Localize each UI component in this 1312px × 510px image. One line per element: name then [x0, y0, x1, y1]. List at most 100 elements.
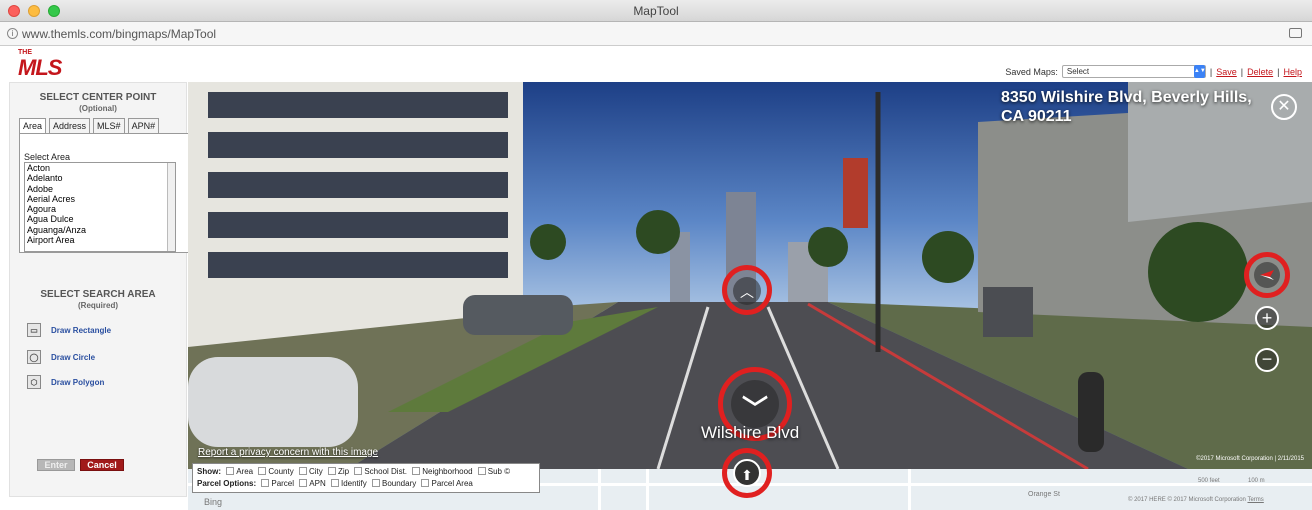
logo-mls: MLS [18, 55, 62, 80]
identify-checkbox[interactable] [330, 479, 339, 487]
select-area-label: Select Area [24, 152, 71, 162]
save-link[interactable]: Save [1216, 67, 1237, 77]
boundary-checkbox[interactable] [372, 479, 380, 487]
city-option: City [308, 467, 323, 476]
saved-maps-value: Select [1066, 67, 1090, 76]
county-checkbox[interactable] [258, 467, 267, 475]
terms-link[interactable]: Terms [1247, 497, 1263, 503]
apn-checkbox[interactable] [299, 479, 308, 487]
scale-meters: 100 m [1248, 478, 1265, 484]
sub-option: Sub © [487, 467, 511, 476]
map-copyright-text: © 2017 HERE © 2017 Microsoft Corporation [1128, 497, 1246, 503]
parcel-row: Parcel Options: Parcel APN Identify Boun… [197, 478, 535, 490]
list-item[interactable]: Aguanga/Anza [27, 225, 175, 235]
sub-checkbox[interactable] [477, 467, 486, 475]
cancel-button[interactable]: Cancel [80, 459, 124, 471]
draw-rectangle-button[interactable]: ▭ Draw Rectangle [27, 323, 111, 337]
page-header: THE MLS Saved Maps: Select ▲▼ | Save | D… [0, 47, 1312, 81]
list-item[interactable]: Agua Dulce [27, 214, 175, 224]
search-sidebar: SELECT CENTER POINT (Optional) Area Addr… [9, 82, 191, 497]
streetside-copyright: ©2017 Microsoft Corporation | 2/11/2015 [1196, 456, 1304, 462]
layer-options-panel: Show: Area County City Zip School Dist. … [192, 463, 540, 493]
center-point-subtitle: (Optional) [79, 104, 117, 113]
street-address: 8350 Wilshire Blvd, Beverly Hills, CA 90… [1001, 89, 1252, 125]
map-road [598, 469, 601, 510]
chevron-down-icon[interactable]: ﹀ [731, 380, 779, 428]
reader-icon[interactable] [1289, 28, 1302, 38]
parcel-checkbox[interactable] [261, 479, 270, 487]
polygon-icon: ⬡ [27, 375, 41, 389]
window-title-bar: MapTool [0, 0, 1312, 22]
list-item[interactable]: Agoura [27, 204, 175, 214]
area-checkbox[interactable] [226, 467, 235, 475]
delete-link[interactable]: Delete [1247, 67, 1273, 77]
saved-maps-select[interactable]: Select ▲▼ [1061, 65, 1206, 78]
list-item[interactable]: Adelanto [27, 173, 175, 183]
tab-mls[interactable]: MLS# [93, 118, 125, 133]
address-bar[interactable]: i www.themls.com/bingmaps/MapTool [0, 22, 1312, 46]
list-item[interactable]: Airport Area [27, 235, 175, 245]
tab-address[interactable]: Address [49, 118, 91, 133]
search-area-subtitle: (Required) [78, 301, 118, 310]
draw-circle-button[interactable]: ◯ Draw Circle [27, 350, 95, 364]
identify-option: Identify [340, 479, 367, 488]
help-link[interactable]: Help [1283, 67, 1302, 77]
rectangle-icon: ▭ [27, 323, 41, 337]
area-option: Area [236, 467, 254, 476]
window-title: MapTool [633, 4, 679, 18]
center-point-title: SELECT CENTER POINT [39, 92, 157, 103]
area-panel: Select Area Acton Adelanto Adobe Aerial … [19, 133, 191, 253]
show-row: Show: Area County City Zip School Dist. … [197, 466, 535, 478]
city-checkbox[interactable] [298, 467, 307, 475]
draw-circle-label: Draw Circle [51, 352, 96, 362]
county-option: County [268, 467, 294, 476]
saved-maps-label: Saved Maps: [1005, 66, 1058, 77]
chevron-up-icon[interactable]: ︿ [733, 277, 761, 305]
saved-maps-bar: Saved Maps: Select ▲▼ | Save | Delete | … [1005, 65, 1302, 78]
street-name-label: Wilshire Blvd [701, 423, 800, 442]
scale-feet: 500 feet [1198, 478, 1220, 484]
area-listbox[interactable]: Acton Adelanto Adobe Aerial Acres Agoura… [24, 162, 176, 252]
draw-rectangle-label: Draw Rectangle [51, 325, 112, 335]
zoom-in-button[interactable]: + [1255, 306, 1279, 330]
separator: | [1209, 66, 1213, 77]
tab-apn[interactable]: APN# [127, 118, 160, 133]
close-icon[interactable]: ✕ [1271, 94, 1297, 120]
school-checkbox[interactable] [354, 467, 363, 475]
privacy-report-link[interactable]: Report a privacy concern with this image [198, 447, 378, 458]
parcel-area-checkbox[interactable] [421, 479, 430, 487]
url-text[interactable]: www.themls.com/bingmaps/MapTool [22, 27, 216, 41]
parcel-area-option: Parcel Area [431, 479, 473, 488]
circle-icon: ◯ [27, 350, 41, 364]
streetside-view[interactable]: 8350 Wilshire Blvd, Beverly Hills, CA 90… [188, 82, 1312, 469]
list-item[interactable]: Adobe [27, 184, 175, 194]
map-copyright: © 2017 HERE © 2017 Microsoft Corporation… [1128, 497, 1264, 503]
compass-needle-icon [1260, 270, 1274, 280]
separator: | [1240, 66, 1244, 77]
boundary-option: Boundary [382, 479, 417, 488]
draw-polygon-button[interactable]: ⬡ Draw Polygon [27, 375, 104, 389]
mls-logo[interactable]: THE MLS [18, 49, 62, 80]
show-label: Show: [197, 467, 221, 476]
parcel-option: Parcel [271, 479, 295, 488]
enter-button[interactable]: Enter [37, 459, 75, 471]
apn-option: APN [309, 479, 326, 488]
zoom-out-button[interactable]: − [1255, 348, 1279, 372]
zip-checkbox[interactable] [327, 467, 336, 475]
neighborhood-option: Neighborhood [422, 467, 473, 476]
map-road [908, 469, 911, 510]
move-forward-icon[interactable]: ⬆ [733, 459, 761, 487]
search-area-title: SELECT SEARCH AREA [40, 289, 156, 300]
tab-area[interactable]: Area [19, 118, 47, 133]
school-option: School Dist. [364, 467, 408, 476]
chevron-down-icon: ▲▼ [1193, 65, 1206, 78]
list-scrollbar[interactable] [167, 163, 175, 251]
compass-icon[interactable] [1254, 262, 1280, 288]
list-item[interactable]: Aerial Acres [27, 194, 175, 204]
info-icon[interactable]: i [7, 28, 18, 39]
list-item[interactable]: Acton [27, 163, 175, 173]
center-point-tabs: Area Address MLS# APN# [19, 118, 186, 133]
neighborhood-checkbox[interactable] [412, 467, 421, 475]
map-road [646, 469, 649, 510]
street-label-orange: Orange St [1028, 491, 1060, 498]
